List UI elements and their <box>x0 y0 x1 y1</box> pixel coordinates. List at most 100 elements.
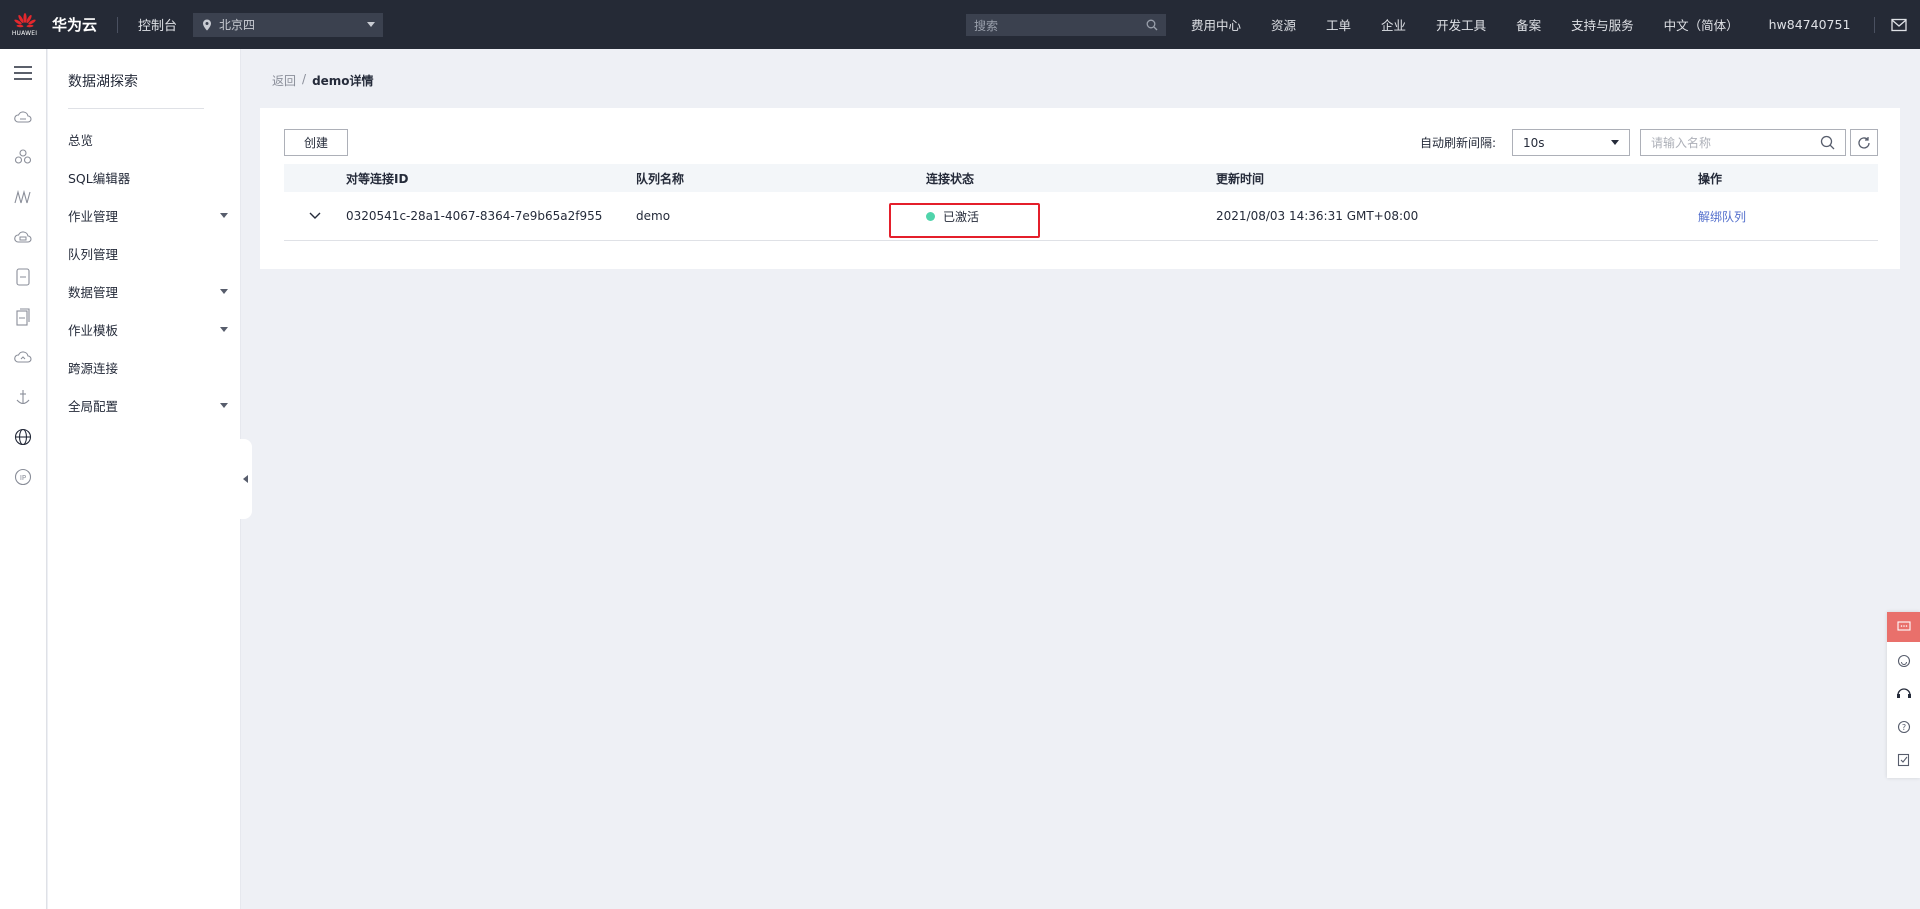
cloud-sync-icon[interactable] <box>13 347 33 367</box>
refresh-button[interactable] <box>1850 129 1878 156</box>
smile-icon[interactable] <box>1887 646 1920 676</box>
divider <box>1874 16 1876 33</box>
search-placeholder: 搜索 <box>974 18 999 33</box>
caret-down-icon <box>1611 140 1619 145</box>
globe-icon[interactable] <box>13 427 33 447</box>
sidebar-collapse-handle[interactable] <box>238 439 252 519</box>
logo-text: HUAWEI <box>11 29 38 37</box>
sidebar-item-global-config[interactable]: 全局配置 <box>68 395 228 415</box>
highlight-box <box>889 203 1040 238</box>
floating-help-panel: ? <box>1887 612 1920 778</box>
cell-peer-id: 0320541c-28a1-4067-8364-7e9b65a2f955 <box>346 209 603 223</box>
sidebar-item-sql-editor[interactable]: SQL编辑器 <box>68 167 228 187</box>
top-navigation-bar: HUAWEI 华为云 控制台 北京四 搜索 费用中心 资源 工单 企业 开发工具… <box>0 0 1920 49</box>
connection-list-card: 创建 自动刷新间隔: 10s 对等连接ID 队列名称 连接状态 更新时间 操作 <box>260 108 1900 269</box>
header-actions: 操作 <box>1698 171 1723 186</box>
sidebar-item-label: SQL编辑器 <box>68 170 131 186</box>
unbind-queue-link[interactable]: 解绑队列 <box>1698 210 1746 224</box>
anchor-icon[interactable] <box>13 387 33 407</box>
caret-down-icon <box>220 326 228 332</box>
sidebar-item-label: 队列管理 <box>68 246 119 262</box>
help-icon[interactable]: ? <box>1887 712 1920 742</box>
nav-enterprise[interactable]: 企业 <box>1381 15 1406 34</box>
huawei-logo[interactable]: HUAWEI <box>0 0 49 49</box>
refresh-interval-value: 10s <box>1523 135 1545 150</box>
service-side-nav: 数据湖探索 总览 SQL编辑器 作业管理 队列管理 数据管理 作业模板 跨源连接… <box>48 49 241 909</box>
auto-refresh-label: 自动刷新间隔: <box>1420 136 1497 150</box>
nav-billing-center[interactable]: 费用中心 <box>1191 15 1241 34</box>
nav-dev-tools[interactable]: 开发工具 <box>1436 15 1486 34</box>
sidebar-item-queue-management[interactable]: 队列管理 <box>68 243 228 263</box>
global-search-input[interactable]: 搜索 <box>966 14 1166 36</box>
peer-connection-table: 对等连接ID 队列名称 连接状态 更新时间 操作 0320541c-28a1-4… <box>284 164 1878 241</box>
sidebar-item-label: 数据管理 <box>68 284 119 300</box>
menu-icon[interactable] <box>13 63 33 83</box>
caret-down-icon <box>220 288 228 294</box>
breadcrumb-separator: / <box>302 72 307 86</box>
search-icon[interactable] <box>1820 135 1835 150</box>
ip-address-icon[interactable]: IP <box>13 467 33 487</box>
feedback-icon[interactable] <box>1887 745 1920 775</box>
huawei-flower-icon <box>13 12 36 27</box>
header-peer-id: 对等连接ID <box>346 171 409 186</box>
sidebar-item-job-templates[interactable]: 作业模板 <box>68 319 228 339</box>
region-value: 北京四 <box>219 18 256 32</box>
breadcrumb: 返回 / demo详情 <box>272 72 374 89</box>
brand-name[interactable]: 华为云 <box>52 14 97 35</box>
nav-icp-filing[interactable]: 备案 <box>1516 15 1541 34</box>
console-link[interactable]: 控制台 <box>138 15 177 34</box>
nav-tickets[interactable]: 工单 <box>1326 15 1351 34</box>
region-selector[interactable]: 北京四 <box>193 12 384 37</box>
breadcrumb-current: demo详情 <box>312 74 374 88</box>
sidebar-item-data-management[interactable]: 数据管理 <box>68 281 228 301</box>
chat-icon[interactable] <box>1887 612 1920 642</box>
caret-down-icon <box>220 212 228 218</box>
chevron-left-icon <box>242 475 248 483</box>
sidebar-item-overview[interactable]: 总览 <box>68 129 228 149</box>
svg-text:?: ? <box>1901 723 1905 732</box>
create-button[interactable]: 创建 <box>284 129 348 156</box>
sidebar-item-label: 全局配置 <box>68 398 119 414</box>
sidebar-item-job-management[interactable]: 作业管理 <box>68 205 228 225</box>
sidebar-item-label: 跨源连接 <box>68 360 119 376</box>
breadcrumb-back-link[interactable]: 返回 <box>272 72 296 89</box>
nav-resources[interactable]: 资源 <box>1271 15 1296 34</box>
cell-queue-name: demo <box>636 209 671 223</box>
sidebar-item-label: 作业管理 <box>68 208 119 224</box>
location-pin-icon <box>203 19 212 30</box>
svg-text:IP: IP <box>20 474 26 482</box>
header-queue-name: 队列名称 <box>636 171 685 186</box>
cloud-server-icon[interactable] <box>13 107 33 127</box>
divider <box>68 108 204 109</box>
mail-icon[interactable] <box>1891 18 1908 32</box>
headset-icon[interactable] <box>1887 679 1920 709</box>
refresh-icon <box>1858 136 1870 149</box>
sidebar-item-datasource-connections[interactable]: 跨源连接 <box>68 357 228 377</box>
table-row: 0320541c-28a1-4067-8364-7e9b65a2f955 dem… <box>284 192 1878 241</box>
service-title: 数据湖探索 <box>68 74 138 90</box>
search-icon[interactable] <box>1146 19 1158 31</box>
divider <box>117 16 119 33</box>
top-nav-links: 费用中心 资源 工单 企业 开发工具 备案 支持与服务 中文（简体） hw847… <box>1191 0 1908 49</box>
database-icon[interactable] <box>13 267 33 287</box>
user-account[interactable]: hw84740751 <box>1769 17 1851 32</box>
table-header: 对等连接ID 队列名称 连接状态 更新时间 操作 <box>284 164 1878 192</box>
header-updated: 更新时间 <box>1216 171 1265 186</box>
name-search-box <box>1640 129 1846 156</box>
chevron-down-icon <box>309 212 321 219</box>
name-search-input[interactable] <box>1651 135 1801 150</box>
nav-support[interactable]: 支持与服务 <box>1571 15 1634 34</box>
cell-actions: 解绑队列 <box>1698 208 1878 225</box>
network-icon[interactable] <box>13 187 33 207</box>
sidebar-item-label: 总览 <box>68 132 94 148</box>
sidebar-item-label: 作业模板 <box>68 322 119 338</box>
document-icon[interactable] <box>13 307 33 327</box>
nav-language[interactable]: 中文（简体） <box>1664 15 1739 34</box>
cluster-icon[interactable] <box>13 147 33 167</box>
caret-down-icon <box>220 402 228 408</box>
caret-down-icon <box>367 22 376 27</box>
refresh-interval-select[interactable]: 10s <box>1512 129 1630 156</box>
row-expand-toggle[interactable] <box>284 212 346 220</box>
header-status: 连接状态 <box>926 171 975 186</box>
cloud-storage-icon[interactable] <box>13 227 33 247</box>
